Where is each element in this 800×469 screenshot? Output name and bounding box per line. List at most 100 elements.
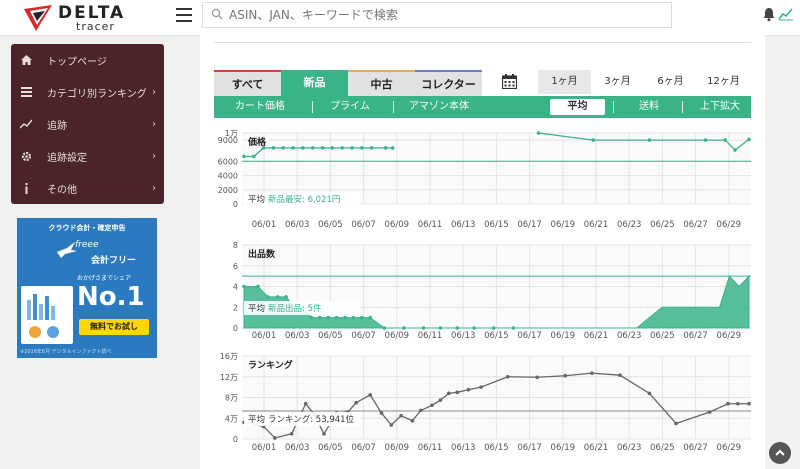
data-point — [563, 373, 568, 378]
data-point — [360, 315, 364, 320]
x-tick-label: 06/25 — [650, 331, 675, 341]
freee-ad-banner[interactable]: クラウド会計・確定申告 freee 会計フリー おかげさまでシェア No.1 無… — [17, 218, 157, 358]
data-point — [368, 315, 373, 320]
y-tick-label: 0 — [233, 200, 238, 209]
data-point — [303, 401, 308, 406]
sidebar-item-label: トップページ — [47, 56, 107, 68]
sidebar-item-tracking-settings[interactable]: 追跡設定 › — [11, 140, 164, 172]
chart-2: 0 4万 8万 12万 16万 06/01 06/03 06/05 06/07 06/09 06/1… — [220, 352, 751, 453]
x-tick-label: 06/25 — [650, 443, 675, 453]
data-point — [266, 295, 270, 299]
chevron-right-icon: › — [152, 151, 156, 162]
scroll-top-button[interactable] — [769, 442, 791, 464]
x-tick-label: 06/19 — [551, 220, 576, 230]
x-tick-label: 06/23 — [617, 331, 642, 341]
gear-icon — [19, 151, 33, 162]
x-tick-label: 06/25 — [650, 220, 675, 230]
x-tick-label: 06/03 — [285, 331, 310, 341]
ad-headline: クラウド会計・確定申告 — [48, 224, 126, 232]
ad-share-text: おかげさまでシェア — [77, 275, 132, 282]
y-tick-label: 6000 — [218, 157, 238, 166]
data-point — [383, 146, 388, 150]
chart-trend-icon[interactable] — [778, 7, 794, 21]
data-point — [242, 154, 246, 159]
data-point — [322, 432, 326, 436]
sidebar-item-label: 追跡 — [47, 120, 67, 132]
y-tick-label: 0 — [233, 435, 238, 444]
y-tick-label: 2000 — [218, 186, 238, 195]
data-point — [472, 326, 476, 330]
x-tick-label: 06/19 — [551, 443, 576, 453]
data-point — [455, 390, 460, 395]
data-point — [703, 138, 708, 142]
search-input[interactable] — [229, 6, 659, 24]
y-tick-label: 1万 — [225, 129, 238, 138]
data-point — [354, 400, 359, 405]
ad-cta-label: 無料でお試し — [90, 322, 138, 331]
brand-sub: tracer — [76, 20, 115, 33]
x-tick-label: 06/17 — [517, 331, 542, 341]
sidebar-item-other[interactable]: その他 › — [11, 172, 164, 204]
x-tick-label: 06/15 — [484, 331, 509, 341]
data-point — [421, 326, 426, 330]
ad-cta-button[interactable]: 無料でお試し — [79, 319, 149, 335]
info-icon — [19, 182, 33, 194]
x-tick-label: 06/15 — [484, 220, 509, 230]
sidebar-item-tracking[interactable]: 追跡 › — [11, 108, 164, 140]
average-label: 平均 — [248, 194, 265, 205]
average-value: ランキング: 53,941位 — [268, 414, 355, 425]
x-tick-label: 06/09 — [385, 220, 410, 230]
data-point — [284, 295, 288, 299]
ad-brand-jp: 会計フリー — [91, 256, 137, 266]
x-tick-label: 06/27 — [683, 220, 708, 230]
delta-logo-icon — [24, 5, 52, 31]
chart-1: 0 2 4 6 8 06/01 06/03 06/05 06/07 06/09 06/11 06/13… — [233, 241, 751, 341]
y-tick-label: 8 — [233, 241, 238, 250]
sidebar-item-label: その他 — [47, 184, 77, 196]
data-point — [368, 393, 373, 397]
sidebar-item-category-ranking[interactable]: カテゴリ別ランキング › — [11, 76, 164, 108]
sidebar-menu: トップページ カテゴリ別ランキング › 追跡 › 追跡設定 › その他 › — [11, 44, 164, 204]
bell-icon[interactable] — [762, 7, 776, 22]
data-point — [511, 326, 516, 330]
x-tick-label: 06/03 — [285, 220, 310, 230]
data-point — [261, 146, 266, 150]
data-point — [360, 146, 364, 150]
x-tick-label: 06/29 — [717, 331, 742, 341]
y-tick-label: 0 — [233, 324, 238, 333]
data-point — [390, 146, 395, 150]
data-point — [536, 131, 541, 135]
x-tick-label: 06/05 — [318, 331, 343, 341]
x-tick-label: 06/29 — [717, 220, 742, 230]
data-point — [735, 401, 740, 406]
search-box[interactable] — [202, 2, 672, 28]
sidebar-item-top[interactable]: トップページ — [11, 44, 164, 76]
data-point — [389, 423, 394, 427]
data-point — [674, 421, 678, 426]
data-point — [491, 326, 496, 330]
data-point — [418, 408, 423, 413]
menu-icon[interactable] — [176, 8, 192, 22]
average-label: 平均 — [248, 414, 265, 425]
data-point — [723, 138, 727, 142]
y-tick-label: 4000 — [218, 172, 238, 181]
data-point — [330, 146, 335, 150]
chart-title: ランキング — [248, 359, 293, 371]
x-tick-label: 06/05 — [318, 220, 343, 230]
x-tick-label: 06/21 — [584, 220, 609, 230]
data-point — [275, 295, 280, 299]
x-tick-label: 06/29 — [717, 443, 742, 453]
sidebar-item-label: 追跡設定 — [47, 152, 87, 164]
data-point — [340, 146, 344, 150]
delta-tracer-logo[interactable]: DELTA tracer — [22, 3, 152, 33]
average-label: 平均 — [248, 303, 265, 314]
chart-title: 出品数 — [248, 248, 276, 260]
data-point — [382, 326, 387, 330]
x-tick-label: 06/09 — [385, 331, 410, 341]
data-point — [242, 284, 246, 289]
x-tick-label: 06/13 — [451, 331, 476, 341]
data-point — [271, 146, 276, 150]
x-tick-label: 06/01 — [252, 220, 277, 230]
y-tick-label: 6 — [233, 262, 238, 271]
data-point — [351, 315, 356, 320]
